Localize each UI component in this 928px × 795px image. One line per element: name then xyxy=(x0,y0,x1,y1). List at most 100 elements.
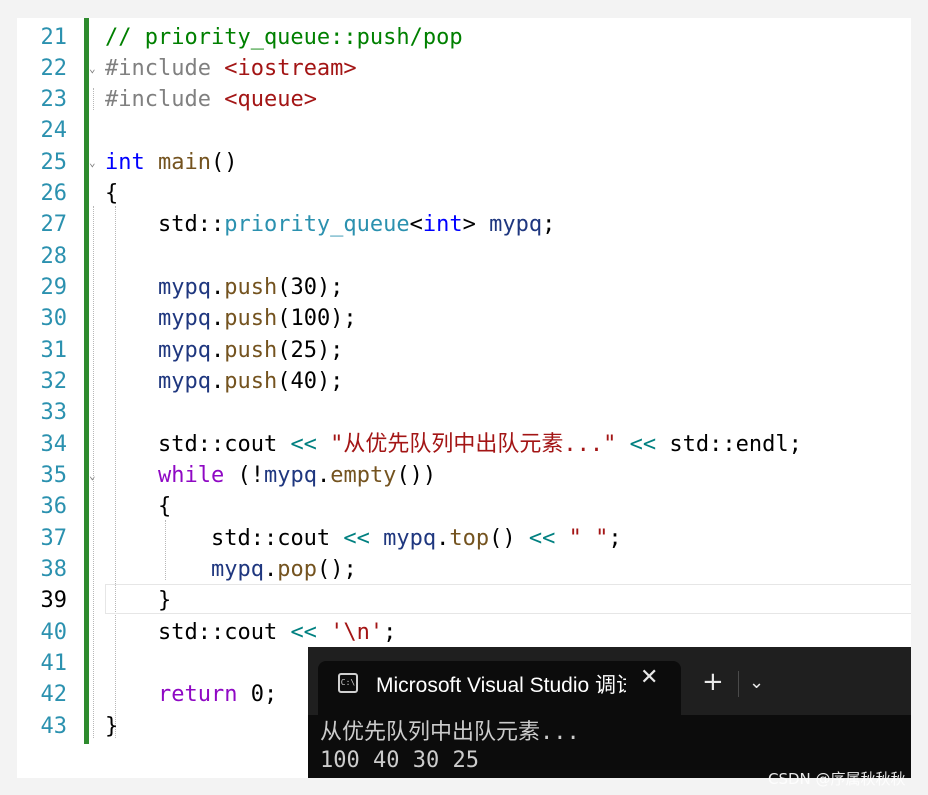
fold-toggle-icon[interactable]: ⌄ xyxy=(89,470,99,481)
punctuation: . xyxy=(316,463,331,488)
comment: // priority_queue::push/pop xyxy=(105,25,463,50)
change-tracking-bar xyxy=(84,18,89,744)
terminal-icon: C:\ xyxy=(338,673,358,693)
line-number: 22 xyxy=(40,56,68,81)
operator: << xyxy=(629,432,657,457)
line-number: 40 xyxy=(40,620,68,645)
brace: } xyxy=(105,714,119,739)
line-number: 28 xyxy=(40,244,68,269)
keyword: int xyxy=(422,212,463,237)
control-keyword: return xyxy=(157,682,238,707)
terminal-tab[interactable]: C:\ Microsoft Visual Studio 调试控制台 ✕ xyxy=(318,661,681,715)
line-number: 43 xyxy=(40,714,68,739)
variable: mypq xyxy=(157,275,211,300)
arguments: (); xyxy=(316,557,357,582)
variable: mypq xyxy=(369,526,437,551)
variable: mypq xyxy=(263,463,317,488)
code-line-29: mypq.push(30); xyxy=(105,272,343,303)
code-line-42: return 0; xyxy=(105,679,277,710)
line-number: 41 xyxy=(40,651,68,676)
string-literal: "从优先队列中出队元素..." xyxy=(316,432,630,457)
plus-icon[interactable]: + xyxy=(702,667,724,697)
watermark: CSDN @序属秋秋秋 xyxy=(768,770,906,788)
line-number: 23 xyxy=(40,87,68,112)
code-line-25: int main() xyxy=(105,147,237,178)
code-line-37: std::cout << mypq.top() << " "; xyxy=(105,523,622,554)
current-line-highlight xyxy=(105,584,911,614)
line-number: 35 xyxy=(40,463,68,488)
line-number: 32 xyxy=(40,369,68,394)
code-line-34: std::cout << "从优先队列中出队元素..." << std::end… xyxy=(105,429,802,460)
line-number: 25 xyxy=(40,150,68,175)
punctuation: () xyxy=(210,150,238,175)
code-line-36: { xyxy=(105,491,171,522)
line-number: 21 xyxy=(40,25,68,50)
code-line-39: } xyxy=(105,585,171,616)
statement-tail: 0; xyxy=(237,682,278,707)
code-line-35: while (!mypq.empty()) xyxy=(105,460,436,491)
keyword: int xyxy=(105,150,145,175)
punctuation: ; xyxy=(608,526,622,551)
operator: << xyxy=(528,526,556,551)
line-number: 30 xyxy=(40,306,68,331)
method-name: push xyxy=(224,338,278,363)
method-name: pop xyxy=(277,557,317,582)
punctuation: . xyxy=(210,306,225,331)
control-keyword: while xyxy=(157,463,225,488)
line-number: 34 xyxy=(40,432,68,457)
code-line-31: mypq.push(25); xyxy=(105,335,343,366)
method-name: empty xyxy=(330,463,397,488)
code-line-23: #include <queue> xyxy=(105,84,317,115)
include-header: <queue> xyxy=(224,87,317,112)
code-line-21: // priority_queue::push/pop xyxy=(105,22,463,53)
variable: mypq xyxy=(475,212,543,237)
arguments: (40); xyxy=(277,369,344,394)
fold-toggle-icon[interactable]: ⌄ xyxy=(89,157,99,168)
function-name: main xyxy=(158,150,211,175)
line-number: 24 xyxy=(40,118,68,143)
code-line-40: std::cout << '\n'; xyxy=(105,617,396,648)
punctuation: . xyxy=(210,275,225,300)
line-number: 31 xyxy=(40,338,68,363)
method-name: top xyxy=(449,526,490,551)
debug-console-window[interactable]: C:\ Microsoft Visual Studio 调试控制台 ✕ + ⌄ … xyxy=(308,647,911,778)
console-output-line: 从优先队列中出队元素... xyxy=(320,720,580,745)
type-name: priority_queue xyxy=(224,212,410,237)
arguments: (100); xyxy=(277,306,357,331)
code-line-22: #include <iostream> xyxy=(105,53,357,84)
punctuation: ; xyxy=(383,620,397,645)
brace: { xyxy=(157,494,172,519)
namespace: std::cout xyxy=(157,432,291,457)
line-number: 37 xyxy=(40,526,68,551)
terminal-tab-title: Microsoft Visual Studio 调试控制台 xyxy=(376,674,626,697)
arguments: (30); xyxy=(277,275,344,300)
preprocessor-directive: #include xyxy=(105,56,225,81)
variable: mypq xyxy=(157,306,211,331)
line-number-current: 39 xyxy=(40,588,68,613)
fold-guide xyxy=(93,206,94,738)
line-number: 26 xyxy=(40,181,68,206)
code-line-38: mypq.pop(); xyxy=(105,554,357,585)
variable: mypq xyxy=(210,557,264,582)
code-line-30: mypq.push(100); xyxy=(105,303,357,334)
chevron-down-icon[interactable]: ⌄ xyxy=(749,672,764,693)
brace: { xyxy=(105,181,119,206)
code-line-43: } xyxy=(105,711,118,742)
punctuation: > xyxy=(462,212,476,237)
punctuation: () xyxy=(489,526,529,551)
close-icon[interactable]: ✕ xyxy=(640,665,658,690)
operator: << xyxy=(290,432,317,457)
variable: mypq xyxy=(157,369,211,394)
char-literal: '\n' xyxy=(316,620,384,645)
punctuation: ()) xyxy=(396,463,437,488)
operator: << xyxy=(290,620,317,645)
fold-toggle-icon[interactable]: ⌄ xyxy=(89,63,99,74)
punctuation: . xyxy=(263,557,278,582)
namespace: std::cout xyxy=(157,620,291,645)
punctuation: (! xyxy=(224,463,264,488)
code-line-27: std::priority_queue<int> mypq; xyxy=(105,209,555,240)
line-number: 42 xyxy=(40,682,68,707)
punctuation: . xyxy=(210,369,225,394)
tab-separator xyxy=(738,671,739,697)
include-header: <iostream> xyxy=(224,56,357,81)
